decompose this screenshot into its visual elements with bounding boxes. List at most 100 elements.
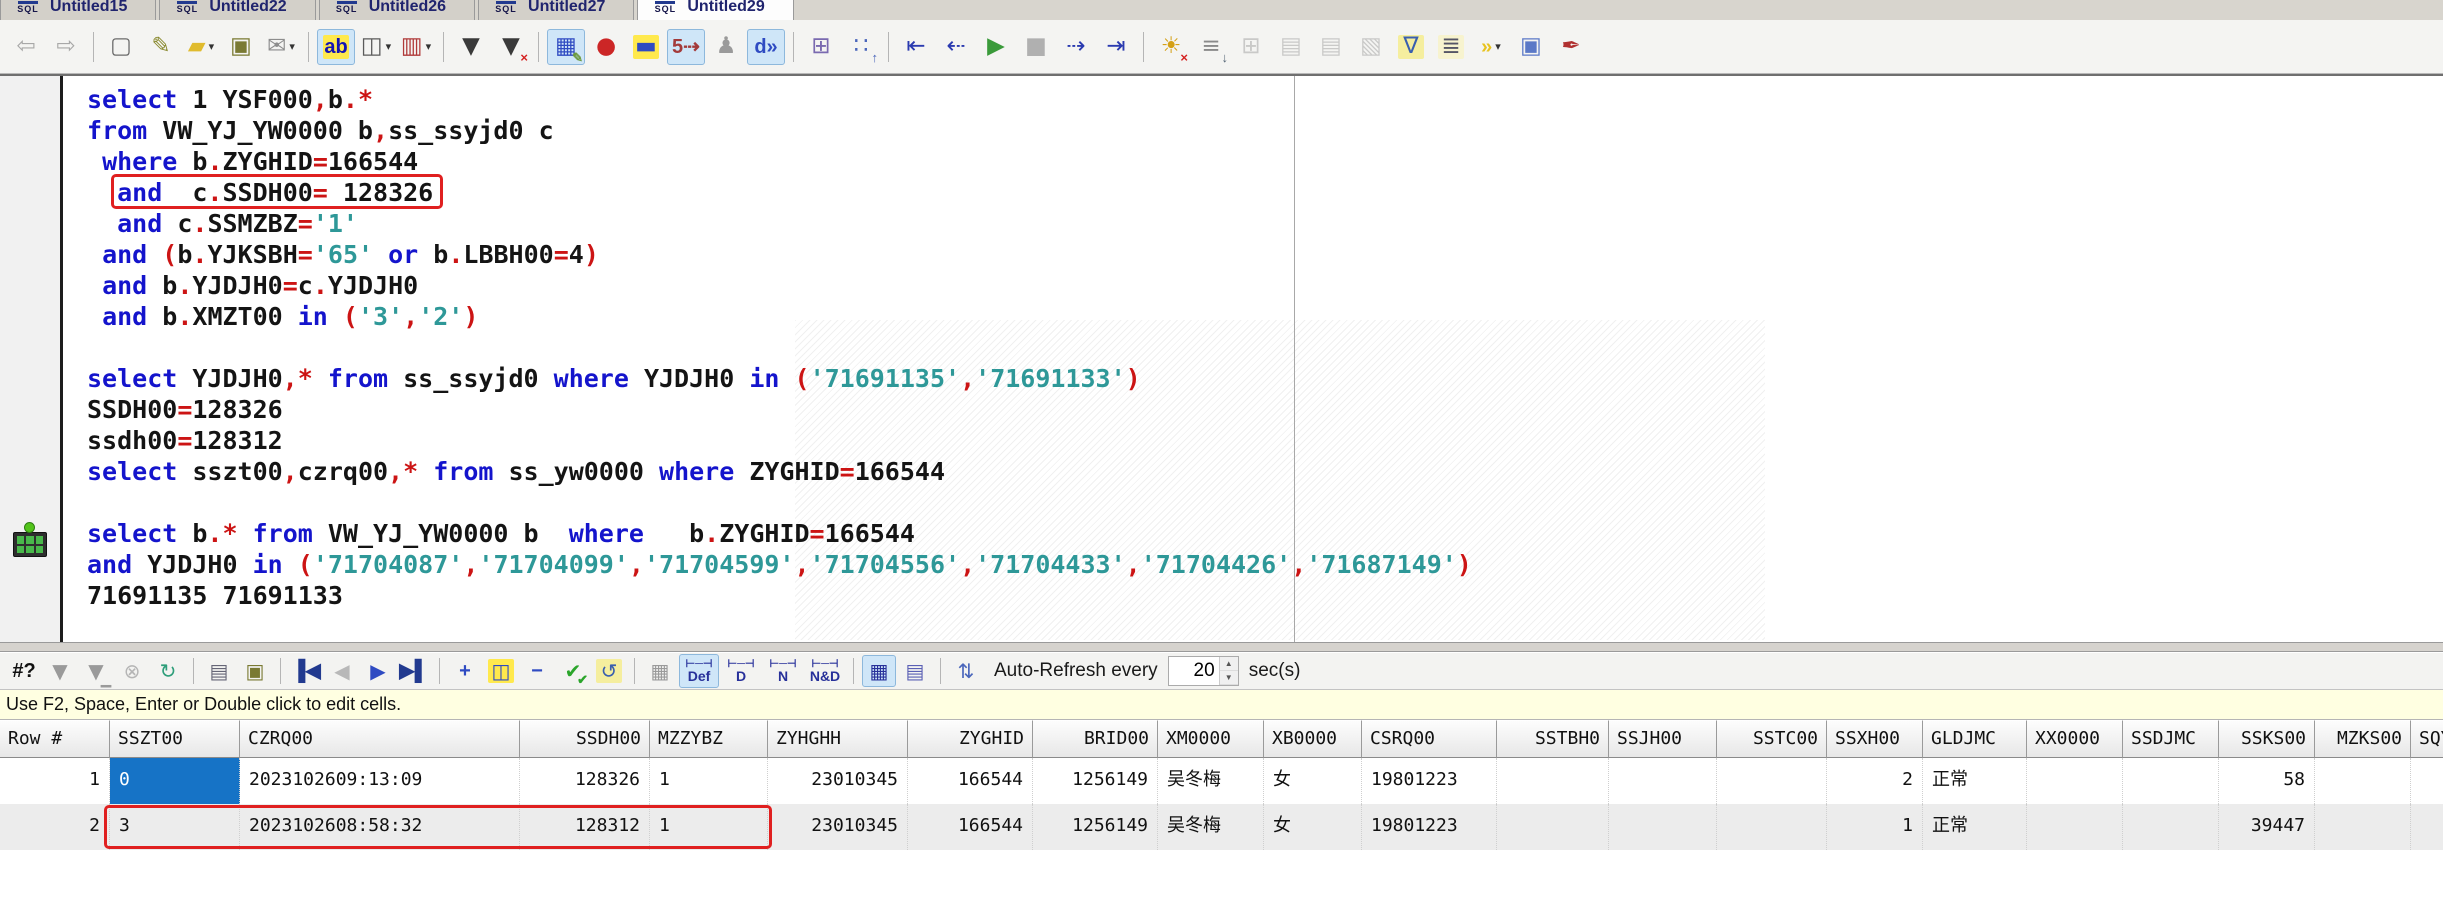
grid-cell[interactable]: 1256149: [1033, 758, 1158, 804]
execute-script-icon[interactable]: ▬: [627, 29, 665, 65]
grid-column-header-brid00[interactable]: BRID00: [1033, 720, 1158, 758]
grid-cell[interactable]: 166544: [908, 758, 1033, 804]
trace-next-icon[interactable]: ⇢: [1057, 29, 1095, 65]
next-row-icon[interactable]: ▶: [361, 655, 395, 687]
grid-cell[interactable]: [2123, 758, 2219, 804]
export-dataset-icon[interactable]: ▦: [643, 655, 677, 687]
grid-column-header-sszt00[interactable]: SSZT00: [110, 720, 240, 758]
copy-to-editor-icon[interactable]: ⊞: [802, 29, 840, 65]
grid-column-header-xm0000[interactable]: XM0000: [1158, 720, 1264, 758]
grid-cell[interactable]: 1256149: [1033, 804, 1158, 850]
first-row-icon[interactable]: ▐◀: [289, 655, 323, 687]
grid-cell[interactable]: 128312: [520, 804, 650, 850]
grid-cell[interactable]: 19801223: [1362, 804, 1497, 850]
format-code-icon[interactable]: ≣: [1432, 29, 1470, 65]
grid-cell[interactable]: 128326: [520, 758, 650, 804]
grid-cell[interactable]: 3: [110, 804, 240, 850]
editor-tab-untitled15[interactable]: SQL Untitled15: [0, 0, 157, 20]
insert-row-icon[interactable]: +: [448, 655, 482, 687]
copy-doc-icon[interactable]: ⊞: [1232, 29, 1270, 65]
editor-tab-untitled29[interactable]: SQL Untitled29: [637, 0, 794, 20]
cancel-query-icon[interactable]: ⊗: [115, 655, 149, 687]
auto-refresh-spin-buttons[interactable]: ▲ ▼: [1218, 657, 1238, 685]
trace-run-icon[interactable]: ▶: [977, 29, 1015, 65]
grid-cell[interactable]: 39447: [2219, 804, 2315, 850]
grid-cell[interactable]: 19801223: [1362, 758, 1497, 804]
grid-column-header-ssks00[interactable]: SSKS00: [2219, 720, 2315, 758]
nav-forward-icon[interactable]: ⇨: [47, 29, 85, 65]
grid-cell[interactable]: [1497, 804, 1609, 850]
grid-cell[interactable]: [2411, 758, 2443, 804]
grid-cell[interactable]: [1717, 804, 1827, 850]
last-row-icon[interactable]: ▶▌: [397, 655, 431, 687]
refresh-icon[interactable]: ↻: [151, 655, 185, 687]
print-grid-icon[interactable]: ▤: [202, 655, 236, 687]
substitution-vars-icon[interactable]: ab: [317, 28, 355, 65]
grid-cell[interactable]: [1497, 758, 1609, 804]
grid-column-header-ssxh00[interactable]: SSXH00: [1827, 720, 1923, 758]
filter-grid-icon[interactable]: ▼: [43, 655, 77, 687]
fast-forward-icon[interactable]: » ▾: [1472, 29, 1510, 65]
horizontal-splitter[interactable]: [0, 642, 2443, 652]
save-grid-icon[interactable]: ▣: [238, 655, 272, 687]
revert-edits-icon[interactable]: ↺: [592, 655, 626, 687]
explain-plan-icon[interactable]: 5⇢: [667, 28, 705, 65]
grid-cell[interactable]: 1: [650, 758, 768, 804]
grid-column-header-sstbh0[interactable]: SSTBH0: [1497, 720, 1609, 758]
grid-cell[interactable]: [1717, 758, 1827, 804]
grid-column-header-xb0000[interactable]: XB0000: [1264, 720, 1362, 758]
delete-row-icon[interactable]: −: [520, 655, 554, 687]
quill-icon[interactable]: ✒: [1552, 29, 1590, 65]
grid-cell[interactable]: 吴冬梅: [1158, 804, 1264, 850]
trace-prev-icon[interactable]: ⇠: [937, 29, 975, 65]
grid-column-header-sstc00[interactable]: SSTC00: [1717, 720, 1827, 758]
auto-refresh-spinner[interactable]: ▲ ▼: [1167, 656, 1239, 686]
grid-column-header-zyhghh[interactable]: ZYHGHH: [768, 720, 908, 758]
split-window-icon[interactable]: ◫ ▾: [357, 29, 395, 65]
grid-cell[interactable]: 58: [2219, 758, 2315, 804]
flask-icon[interactable]: ∇: [1392, 29, 1430, 65]
grid-column-header-ssdjmc[interactable]: SSDJMC: [2123, 720, 2219, 758]
grid-cell[interactable]: 2: [1827, 758, 1923, 804]
auto-refresh-icon[interactable]: ⇅: [949, 655, 983, 687]
spin-down-icon[interactable]: ▼: [1219, 671, 1238, 685]
nav-back-icon[interactable]: ⇦: [7, 29, 45, 65]
browser-icon[interactable]: ▣: [1512, 29, 1550, 65]
grid-cell[interactable]: 吴冬梅: [1158, 758, 1264, 804]
print-doc-icon[interactable]: ▤: [1312, 29, 1350, 65]
send-email-icon[interactable]: ✉ ▾: [262, 29, 300, 65]
grid-cell[interactable]: 女: [1264, 804, 1362, 850]
sort-lines-icon[interactable]: ≡ ↓: [1192, 29, 1230, 65]
editor-tab-untitled22[interactable]: SQL Untitled22: [159, 0, 316, 20]
spool-output-icon[interactable]: d»: [747, 28, 785, 65]
post-edits-icon[interactable]: ✔ ✔: [556, 655, 590, 687]
grid-cell[interactable]: 166544: [908, 804, 1033, 850]
grid-column-header-xx0000[interactable]: XX0000: [2027, 720, 2123, 758]
grid-cell[interactable]: [2027, 804, 2123, 850]
prev-row-icon[interactable]: ◀: [325, 655, 359, 687]
filter-icon[interactable]: ▼: [452, 29, 490, 65]
row-count-icon[interactable]: #?: [7, 655, 41, 687]
grid-cell[interactable]: [2411, 804, 2443, 850]
grid-cell[interactable]: 正常: [1923, 804, 2027, 850]
halt-execution-icon[interactable]: ●: [587, 29, 625, 65]
grid-view-icon[interactable]: ▦: [862, 655, 896, 687]
grid-cell[interactable]: 女: [1264, 758, 1362, 804]
grid-column-header-ssdh00[interactable]: SSDH00: [520, 720, 650, 758]
grid-cell[interactable]: [2315, 758, 2411, 804]
grid-column-header-ssjh00[interactable]: SSJH00: [1609, 720, 1717, 758]
date-format-button[interactable]: ⊢─⊣ D: [721, 654, 761, 688]
grid-column-header-csrq00[interactable]: CSRQ00: [1362, 720, 1497, 758]
grid-column-header-czrq00[interactable]: CZRQ00: [240, 720, 520, 758]
describe-user-icon[interactable]: ♟: [707, 29, 745, 65]
grid-cell[interactable]: 0: [110, 758, 240, 804]
spin-up-icon[interactable]: ▲: [1219, 657, 1238, 671]
execute-statement-icon[interactable]: ▦ ✎: [547, 28, 585, 65]
grid-column-header-mzks00[interactable]: MZKS00: [2315, 720, 2411, 758]
save-doc-icon[interactable]: ▤: [1272, 29, 1310, 65]
grid-column-header-row[interactable]: Row #: [0, 720, 110, 758]
auto-trace-icon[interactable]: ∷ ↑: [842, 29, 880, 65]
grid-cell[interactable]: 23010345: [768, 758, 908, 804]
describe-select-icon[interactable]: ▥ ▾: [397, 29, 435, 65]
editor-tab-untitled27[interactable]: SQL Untitled27: [478, 0, 635, 20]
